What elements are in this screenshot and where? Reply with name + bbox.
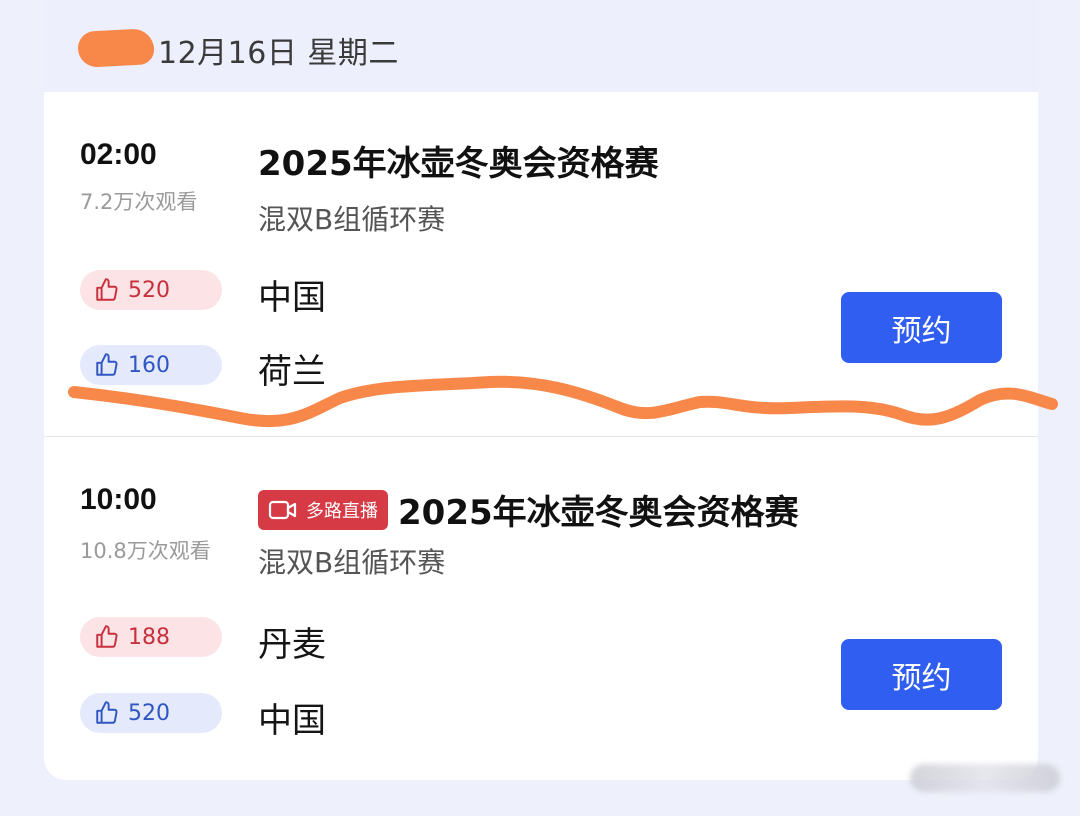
schedule-card: 12月16日 星期二 02:00 7.2万次观看 2025年冰壶冬奥会资格赛 混… — [44, 0, 1038, 780]
reserve-button[interactable]: 预约 — [841, 292, 1002, 363]
view-count: 10.8万次观看 — [80, 539, 211, 563]
team-b-name: 荷兰 — [258, 352, 326, 392]
video-camera-icon — [268, 499, 298, 521]
match-time: 10:00 — [80, 483, 157, 516]
thumbs-up-icon — [94, 700, 120, 726]
team-a-like-button[interactable]: 188 — [80, 617, 222, 657]
like-count: 520 — [128, 700, 170, 726]
view-count: 7.2万次观看 — [80, 190, 198, 214]
match-title-row: 多路直播 2025年冰壶冬奥会资格赛 — [258, 485, 799, 534]
thumbs-up-icon — [94, 277, 120, 303]
team-b-name: 中国 — [258, 701, 326, 741]
match-subtitle: 混双B组循环赛 — [258, 546, 446, 579]
team-a-name: 中国 — [258, 278, 326, 318]
blurred-watermark — [910, 764, 1060, 792]
date-label: 12月16日 星期二 — [158, 36, 399, 71]
schedule-page: 12月16日 星期二 02:00 7.2万次观看 2025年冰壶冬奥会资格赛 混… — [0, 0, 1080, 816]
badge-label: 多路直播 — [306, 500, 378, 522]
team-a-name: 丹麦 — [258, 625, 326, 665]
date-header: 12月16日 星期二 — [44, 0, 1038, 92]
team-b-like-button[interactable]: 160 — [80, 345, 222, 385]
like-count: 188 — [128, 624, 170, 650]
team-b-like-button[interactable]: 520 — [80, 693, 222, 733]
like-count: 520 — [128, 277, 170, 303]
like-count: 160 — [128, 352, 170, 378]
match-subtitle: 混双B组循环赛 — [258, 203, 446, 236]
redaction-mark — [77, 28, 155, 68]
match-time: 02:00 — [80, 138, 157, 171]
match-title: 2025年冰壶冬奥会资格赛 — [258, 144, 659, 184]
match-title-row: 2025年冰壶冬奥会资格赛 — [258, 136, 659, 185]
thumbs-up-icon — [94, 352, 120, 378]
match-title: 2025年冰壶冬奥会资格赛 — [398, 493, 799, 533]
reserve-button[interactable]: 预约 — [841, 639, 1002, 710]
team-a-like-button[interactable]: 520 — [80, 270, 222, 310]
match-item[interactable]: 10:00 10.8万次观看 多路直播 2025年冰壶冬奥会资格赛 混双B组循环… — [44, 437, 1038, 780]
thumbs-up-icon — [94, 624, 120, 650]
multi-stream-badge[interactable]: 多路直播 — [258, 489, 388, 530]
match-item[interactable]: 02:00 7.2万次观看 2025年冰壶冬奥会资格赛 混双B组循环赛 520 … — [44, 92, 1038, 436]
